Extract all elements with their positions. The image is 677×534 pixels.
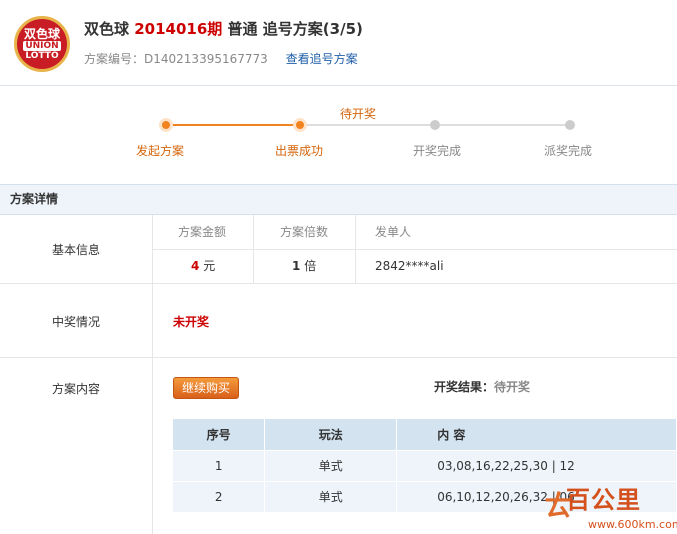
view-chase-plan-link[interactable]: 查看追号方案 (286, 52, 358, 66)
progress-steps: 待开奖 发起方案 出票成功 开奖完成 派奖完成 (0, 86, 677, 184)
cell-numbers: 03,08,16,22,25,30 | 12 (396, 449, 677, 481)
row-divider-2 (0, 357, 677, 358)
table-header-row: 序号 玩法 内 容 (173, 419, 677, 450)
logo-text-2: UNION (23, 40, 61, 51)
progress-track-3 (440, 124, 566, 126)
page-title: 双色球 2014016期 普通 追号方案(3/5) (84, 18, 363, 39)
cell-index: 2 (173, 480, 266, 512)
site-watermark: ㄊ 百公里 www.600km.com (540, 480, 677, 534)
step-label-3: 开奖完成 (412, 144, 461, 158)
draw-result-label: 开奖结果： (434, 380, 495, 394)
step-dot-2 (293, 118, 307, 132)
col-index-header: 序号 (173, 419, 266, 450)
step-label-2: 出票成功 (274, 144, 323, 158)
amount-value: 4 (191, 259, 200, 273)
cell-play: 单式 (264, 480, 398, 512)
draw-result: 开奖结果：待开奖 (434, 378, 530, 395)
initiator-name: 2842****ali (375, 259, 444, 273)
pending-draw-label: 待开奖 (340, 107, 377, 121)
plan-number-label: 方案编号： (84, 52, 145, 66)
col-initiator-header: 发单人 (375, 225, 412, 239)
issue-number: 2014016期 (134, 20, 223, 38)
step-dot-1 (159, 118, 173, 132)
step-label-1: 发起方案 (135, 144, 184, 158)
progress-track-2 (306, 124, 430, 126)
plan-type: 普通 (227, 20, 258, 38)
col-play-header: 玩法 (264, 419, 398, 450)
multiple-value: 1 (292, 259, 301, 273)
prize-status: 未开奖 (173, 315, 210, 329)
draw-result-value: 待开奖 (494, 380, 531, 394)
amount-unit: 元 (203, 259, 216, 273)
plan-number: D140213395167773 (144, 52, 268, 66)
progress-track-done (172, 124, 294, 126)
basic-info-label: 基本信息 (51, 243, 100, 257)
label-divider (152, 215, 153, 534)
table-row: 1 单式 03,08,16,22,25,30 | 12 (173, 449, 677, 481)
plan-amount: 4 元 (191, 250, 215, 283)
plan-header: 双色球 UNION LOTTO 双色球 2014016期 普通 追号方案(3/5… (0, 0, 677, 86)
plan-number-row: 方案编号：D140213395167773 查看追号方案 (84, 50, 358, 67)
continue-buy-button[interactable]: 继续购买 (173, 377, 239, 399)
plan-multiple: 1 倍 (292, 250, 316, 283)
prize-label: 中奖情况 (51, 315, 100, 329)
row-divider-1 (0, 283, 677, 284)
cell-index: 1 (173, 449, 266, 481)
multiple-unit: 倍 (304, 259, 317, 273)
step-dot-4 (565, 120, 575, 130)
watermark-text: 百公里 (566, 486, 641, 514)
plan-chase: 追号方案(3/5) (262, 20, 363, 38)
col-content-header: 内 容 (396, 419, 677, 450)
cell-play: 单式 (264, 449, 398, 481)
col-amount-header: 方案金额 (178, 225, 227, 239)
content-label: 方案内容 (51, 382, 100, 396)
step-label-4: 派奖完成 (543, 144, 592, 158)
watermark-url: www.600km.com (588, 518, 677, 531)
step-dot-3 (430, 120, 440, 130)
shuangseqiu-logo: 双色球 UNION LOTTO (14, 16, 70, 72)
logo-text-1: 双色球 (23, 26, 60, 41)
section-title: 方案详情 (0, 184, 677, 215)
lottery-name: 双色球 (84, 20, 130, 38)
logo-text-3: LOTTO (25, 50, 59, 61)
col-multiple-header: 方案倍数 (280, 225, 329, 239)
